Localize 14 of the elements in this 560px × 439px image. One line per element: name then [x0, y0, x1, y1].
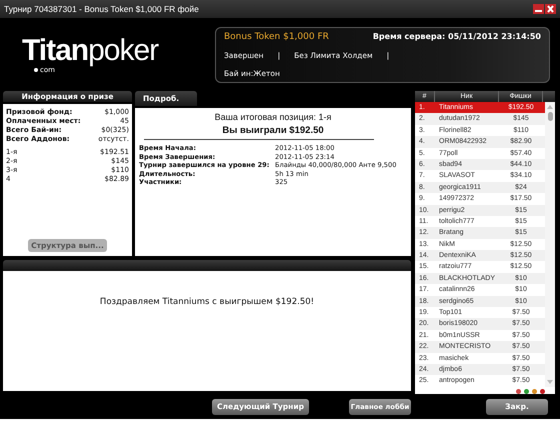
server-time: Время сервера: 05/11/2012 23:14:50	[372, 32, 541, 41]
scrollbar[interactable]	[545, 102, 555, 387]
close-icon[interactable]	[545, 4, 556, 14]
congratulation-message: Поздравляем Titanniums с выигрышем $192.50!	[100, 297, 314, 309]
scroll-down-icon[interactable]	[546, 378, 554, 385]
window-title: Турнир 704387301 - Bonus Token $1,000 FR фойе	[4, 4, 199, 14]
scroll-up-icon[interactable]	[546, 104, 554, 110]
winnings-text: Вы выиграли $192.50	[221, 125, 325, 136]
minimize-icon[interactable]	[533, 4, 544, 14]
logo-dot-icon	[34, 68, 38, 72]
tournament-name: Bonus Token $1,000 FR	[224, 32, 329, 42]
scrollbar-thumb[interactable]	[548, 112, 552, 121]
logo-text: Titanpoker	[22, 36, 160, 66]
final-position: Ваша итоговая позиция: 1-я	[214, 112, 332, 122]
